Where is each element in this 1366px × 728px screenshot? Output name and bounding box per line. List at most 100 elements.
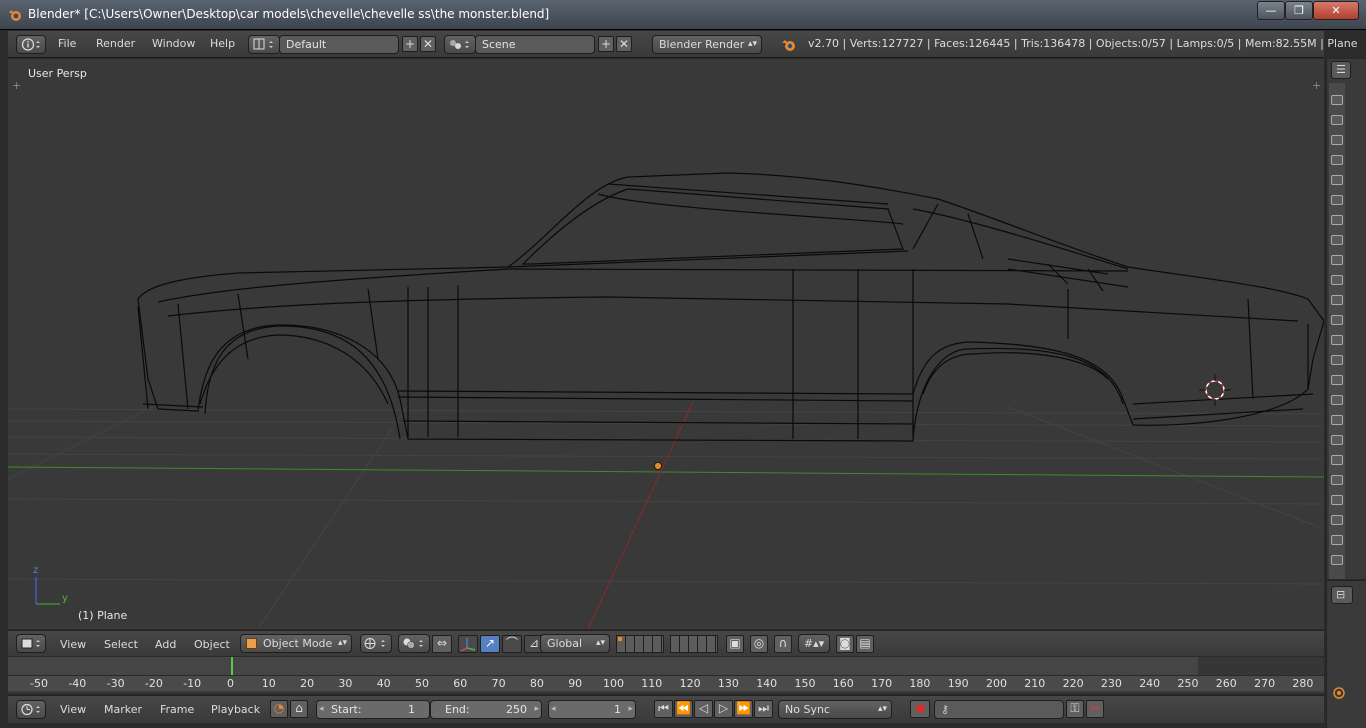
render-visibility-icon[interactable] xyxy=(1331,115,1343,125)
menu-marker[interactable]: Marker xyxy=(104,703,142,716)
render-visibility-icon[interactable] xyxy=(1331,475,1343,485)
menu-view[interactable]: View xyxy=(60,703,86,716)
editor-type-button[interactable] xyxy=(16,634,46,653)
remove-scene-button[interactable]: ✕ xyxy=(616,36,632,52)
render-visibility-icon[interactable] xyxy=(1331,495,1343,505)
maximize-button[interactable]: ❐ xyxy=(1285,1,1313,20)
render-visibility-icon[interactable] xyxy=(1331,315,1343,325)
start-frame-field[interactable]: ◂ Start: 1 xyxy=(316,700,430,719)
render-visibility-icon[interactable] xyxy=(1331,515,1343,525)
screen-layout-field[interactable]: Default xyxy=(279,35,399,54)
object-origin-dot[interactable] xyxy=(654,462,662,470)
play-button[interactable]: ▷ xyxy=(714,700,733,718)
auto-keying-toggle[interactable] xyxy=(910,700,930,718)
3d-viewport[interactable]: User Persp + + z y (1) Plane xyxy=(8,59,1324,629)
render-visibility-icon[interactable] xyxy=(1331,235,1343,245)
scene-button[interactable] xyxy=(444,35,476,54)
menu-help[interactable]: Help xyxy=(210,37,235,50)
render-visibility-icon[interactable] xyxy=(1331,295,1343,305)
3d-cursor[interactable] xyxy=(1199,374,1231,406)
render-visibility-icon[interactable] xyxy=(1331,255,1343,265)
current-frame-field[interactable]: ◂ 1 ▸ xyxy=(548,700,636,719)
add-scene-button[interactable]: + xyxy=(598,36,614,52)
prev-keyframe-button[interactable]: ⏪ xyxy=(674,700,693,718)
menu-window[interactable]: Window xyxy=(152,37,195,50)
jump-end-button[interactable]: ⏭ xyxy=(754,700,773,718)
viewport-shading-button[interactable] xyxy=(360,634,392,653)
render-visibility-icon[interactable] xyxy=(1331,535,1343,545)
menu-object[interactable]: Object xyxy=(194,638,230,651)
render-visibility-icon[interactable] xyxy=(1331,195,1343,205)
timeline-strip[interactable] xyxy=(8,657,1324,675)
render-engine-select[interactable]: Blender Render ▴▾ xyxy=(652,35,762,54)
manipulator-translate[interactable] xyxy=(458,635,478,653)
next-keyframe-button[interactable]: ⏩ xyxy=(734,700,753,718)
render-visibility-icon[interactable] xyxy=(1331,275,1343,285)
layers-grid-right[interactable] xyxy=(670,635,718,653)
render-visibility-icon[interactable] xyxy=(1331,135,1343,145)
properties-editor-button[interactable]: ⊟ xyxy=(1331,586,1353,604)
end-frame-field[interactable]: End: 250 ▸ xyxy=(430,700,542,719)
manipulator-toggle[interactable]: ⇔ xyxy=(432,635,452,653)
render-visibility-icon[interactable] xyxy=(1331,415,1343,425)
layers-grid-left[interactable] xyxy=(616,635,664,653)
menu-render[interactable]: Render xyxy=(96,37,135,50)
timeline-tick-label: 280 xyxy=(1292,677,1314,690)
render-visibility-icon[interactable] xyxy=(1331,395,1343,405)
transform-orientation-select[interactable]: Global ▴▾ xyxy=(540,634,610,653)
opengl-animation-button[interactable]: ▤ xyxy=(856,635,874,653)
snap-toggle[interactable]: ∩ xyxy=(774,635,792,653)
menu-frame[interactable]: Frame xyxy=(160,703,194,716)
close-window-button[interactable]: ✕ xyxy=(1313,1,1359,20)
menu-file[interactable]: File xyxy=(58,37,76,50)
render-visibility-icon[interactable] xyxy=(1331,95,1343,105)
add-layout-button[interactable]: + xyxy=(402,36,418,52)
outliner-editor-button[interactable]: ☰ xyxy=(1331,61,1351,79)
snap-element-select[interactable]: #▴▾ xyxy=(798,634,830,653)
play-reverse-button[interactable]: ◁ xyxy=(694,700,713,718)
timeline-ruler[interactable]: -50 -40 -30 -20 -10 0 10 20 30 40 50 60 70 80 90 100 110… xyxy=(8,675,1324,691)
scene-field[interactable]: Scene xyxy=(475,35,595,54)
lock-camera-toggle[interactable]: ▣ xyxy=(726,635,744,653)
delete-keyframe-button[interactable]: ✂ xyxy=(1086,700,1104,718)
manipulator-arrow[interactable]: ↗ xyxy=(480,635,500,653)
render-visibility-icon[interactable] xyxy=(1331,215,1343,225)
remove-layout-button[interactable]: ✕ xyxy=(420,36,436,52)
jump-start-button[interactable]: ⏮ xyxy=(654,700,673,718)
render-visibility-icon[interactable] xyxy=(1331,555,1343,565)
car-wireframe[interactable] xyxy=(137,172,1324,442)
menu-view[interactable]: View xyxy=(60,638,86,651)
minimize-button[interactable]: — xyxy=(1257,1,1285,20)
render-visibility-icon[interactable] xyxy=(1331,175,1343,185)
screen-layout-icon xyxy=(253,38,273,50)
sync-mode-select[interactable]: No Sync ▴▾ xyxy=(778,700,892,719)
use-preview-range-toggle[interactable]: ◔ xyxy=(270,700,288,718)
editor-type-button[interactable] xyxy=(16,700,46,719)
keying-set-field[interactable]: ⚷ xyxy=(934,700,1064,719)
timeline-editor[interactable]: -50 -40 -30 -20 -10 0 10 20 30 40 50 60 70 80 90 100 110… xyxy=(8,657,1324,693)
editor-type-button[interactable] xyxy=(16,35,46,54)
pivot-point-button[interactable] xyxy=(398,634,430,653)
render-visibility-icon[interactable] xyxy=(1331,435,1343,445)
current-frame-marker[interactable] xyxy=(231,657,234,675)
render-visibility-icon[interactable] xyxy=(1331,155,1343,165)
opengl-render-button[interactable]: ◙ xyxy=(836,635,854,653)
render-visibility-icon[interactable] xyxy=(1331,355,1343,365)
render-visibility-icon[interactable] xyxy=(1331,375,1343,385)
manipulator-rotate[interactable]: ⌒ xyxy=(502,635,522,653)
mode-select[interactable]: Object Mode ▴▾ xyxy=(240,634,352,653)
insert-keyframe-button[interactable]: ⚿ xyxy=(1066,700,1084,718)
properties-panel[interactable]: ⊟ xyxy=(1326,580,1366,728)
screen-layout-button[interactable] xyxy=(248,35,280,54)
properties-toggle[interactable]: + xyxy=(1312,79,1321,92)
toolshelf-toggle[interactable]: + xyxy=(12,79,21,92)
menu-add[interactable]: Add xyxy=(155,638,176,651)
proportional-edit-toggle[interactable]: ◎ xyxy=(750,635,768,653)
lock-time-toggle[interactable]: ⌂ xyxy=(290,700,308,718)
render-visibility-icon[interactable] xyxy=(1331,335,1343,345)
render-visibility-icon[interactable] xyxy=(1331,455,1343,465)
menu-playback[interactable]: Playback xyxy=(211,703,260,716)
outliner-panel[interactable]: ☰ xyxy=(1326,59,1366,579)
viewport-canvas[interactable] xyxy=(8,59,1324,629)
menu-select[interactable]: Select xyxy=(104,638,138,651)
